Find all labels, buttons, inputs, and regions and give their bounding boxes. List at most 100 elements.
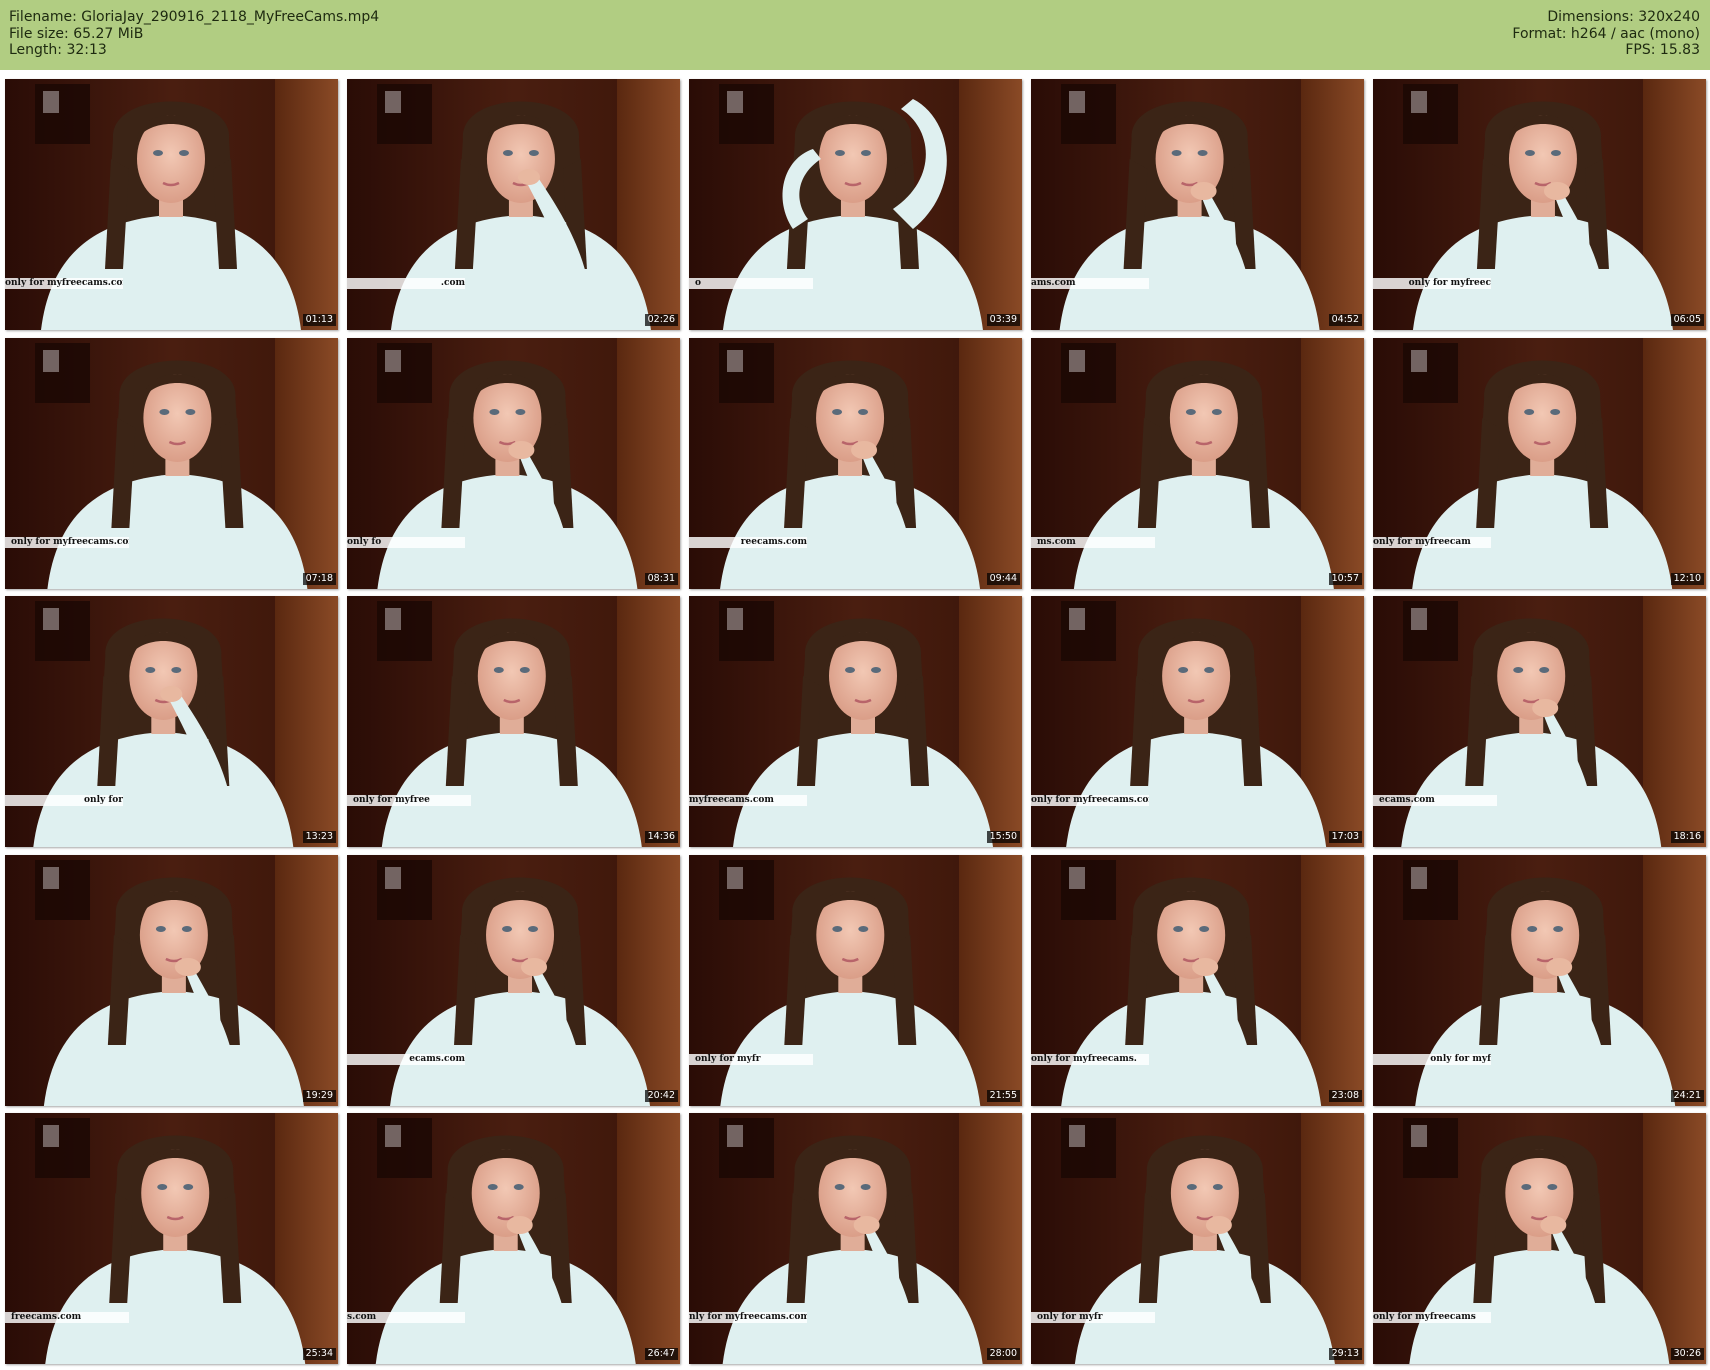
watermark-overlay: only for myfreec	[1373, 278, 1491, 289]
thumbnail-frame: only for 13:23	[5, 596, 338, 847]
thumbnail-frame: only for myfreecams. 23:08	[1031, 855, 1364, 1106]
watermark-overlay: reecams.com	[689, 537, 807, 548]
thumbnail-image	[347, 596, 680, 847]
thumbnail-frame: s.com 26:47	[347, 1113, 680, 1364]
fps-text: FPS: 15.83	[1625, 42, 1700, 58]
thumbnail-image	[1373, 596, 1706, 847]
format-text: Format: h264 / aac (mono)	[1512, 25, 1700, 42]
thumbnail-image	[1373, 338, 1706, 589]
thumbnail-image	[1031, 855, 1364, 1106]
thumbnail-frame: freecams.com 25:34	[5, 1113, 338, 1364]
watermark-overlay: ms.com	[1031, 537, 1155, 548]
thumbnail-image	[347, 1113, 680, 1364]
timestamp-label: 26:47	[644, 1348, 678, 1360]
thumbnail-frame: only for myfr 29:13	[1031, 1113, 1364, 1364]
thumbnail-image	[689, 79, 1022, 330]
watermark-overlay: only for myfreecams.com	[5, 278, 123, 289]
watermark-overlay: ams.com	[1031, 278, 1149, 289]
thumbnail-image	[347, 338, 680, 589]
thumbnail-image	[5, 855, 338, 1106]
thumbnail-frame: o 03:39	[689, 79, 1022, 330]
thumbnail-frame: only for myfreecams.com 07:18	[5, 338, 338, 589]
timestamp-label: 09:44	[986, 573, 1020, 585]
timestamp-label: 23:08	[1328, 1090, 1362, 1102]
thumbnail-image	[1373, 79, 1706, 330]
thumbnail-frame: only for myfreecams 30:26	[1373, 1113, 1706, 1364]
dimensions-text: Dimensions: 320x240	[1547, 9, 1700, 25]
watermark-overlay: only for myf	[1373, 1054, 1491, 1065]
thumbnail-grid: only for myfreecams.com 01:13 .com 02:26…	[5, 79, 1707, 1367]
timestamp-label: 25:34	[302, 1348, 336, 1360]
thumbnail-image	[347, 79, 680, 330]
watermark-overlay: freecams.com	[5, 1312, 129, 1323]
timestamp-label: 06:05	[1670, 314, 1704, 326]
thumbnail-frame: myfreecams.com 15:50	[689, 596, 1022, 847]
thumbnail-image	[689, 855, 1022, 1106]
watermark-overlay: only fo	[347, 537, 465, 548]
watermark-overlay: nly for myfreecams.com	[689, 1312, 807, 1323]
length-text: Length: 32:13	[9, 42, 107, 58]
watermark-overlay: only for myfreecams.con	[1031, 795, 1149, 806]
thumbnail-frame: 19:29	[5, 855, 338, 1106]
timestamp-label: 21:55	[986, 1090, 1020, 1102]
thumbnail-frame: only for myfree 14:36	[347, 596, 680, 847]
watermark-overlay: o	[689, 278, 813, 289]
watermark-overlay: myfreecams.com	[689, 795, 807, 806]
timestamp-label: 30:26	[1670, 1348, 1704, 1360]
timestamp-label: 13:23	[302, 831, 336, 843]
timestamp-label: 14:36	[644, 831, 678, 843]
watermark-overlay: only for myfreecams.	[1031, 1054, 1149, 1065]
watermark-overlay: only for myfr	[689, 1054, 813, 1065]
timestamp-label: 17:03	[1328, 831, 1362, 843]
info-left: Filename: GloriaJay_290916_2118_MyFreeCa…	[9, 9, 379, 59]
thumbnail-frame: only for myf 24:21	[1373, 855, 1706, 1106]
thumbnail-frame: ecams.com 20:42	[347, 855, 680, 1106]
thumbnail-frame: only for myfreecams.con 17:03	[1031, 596, 1364, 847]
watermark-overlay: only for myfr	[1031, 1312, 1155, 1323]
thumbnail-frame: only fo 08:31	[347, 338, 680, 589]
info-header: Filename: GloriaJay_290916_2118_MyFreeCa…	[0, 0, 1710, 70]
watermark-overlay: ecams.com	[347, 1054, 465, 1065]
thumbnail-image	[689, 1113, 1022, 1364]
timestamp-label: 03:39	[986, 314, 1020, 326]
filesize-text: File size: 65.27 MiB	[9, 25, 144, 42]
watermark-overlay: .com	[347, 278, 465, 289]
thumbnail-image	[1031, 79, 1364, 330]
thumbnail-image	[5, 596, 338, 847]
thumbnail-frame: .com 02:26	[347, 79, 680, 330]
thumbnail-frame: nly for myfreecams.com 28:00	[689, 1113, 1022, 1364]
timestamp-label: 07:18	[302, 573, 336, 585]
watermark-overlay: only for myfreecams	[1373, 1312, 1491, 1323]
thumbnail-frame: only for myfr 21:55	[689, 855, 1022, 1106]
thumbnail-image	[1373, 855, 1706, 1106]
timestamp-label: 29:13	[1328, 1348, 1362, 1360]
thumbnail-image	[689, 338, 1022, 589]
timestamp-label: 01:13	[302, 314, 336, 326]
thumbnail-image	[1031, 338, 1364, 589]
watermark-overlay: only for myfreecam	[1373, 537, 1491, 548]
thumbnail-frame: only for myfreec 06:05	[1373, 79, 1706, 330]
timestamp-label: 12:10	[1670, 573, 1704, 585]
timestamp-label: 10:57	[1328, 573, 1362, 585]
timestamp-label: 19:29	[302, 1090, 336, 1102]
thumbnail-image	[5, 1113, 338, 1364]
thumbnail-image	[347, 855, 680, 1106]
thumbnail-image	[5, 79, 338, 330]
thumbnail-image	[1031, 596, 1364, 847]
filename-text: Filename: GloriaJay_290916_2118_MyFreeCa…	[9, 9, 380, 25]
thumbnail-image	[1031, 1113, 1364, 1364]
thumbnail-frame: ams.com 04:52	[1031, 79, 1364, 330]
timestamp-label: 20:42	[644, 1090, 678, 1102]
thumbnail-frame: ecams.com 18:16	[1373, 596, 1706, 847]
thumbnail-frame: only for myfreecams.com 01:13	[5, 79, 338, 330]
thumbnail-frame: reecams.com 09:44	[689, 338, 1022, 589]
timestamp-label: 18:16	[1670, 831, 1704, 843]
timestamp-label: 08:31	[644, 573, 678, 585]
thumbnail-frame: ms.com 10:57	[1031, 338, 1364, 589]
watermark-overlay: only for	[5, 795, 123, 806]
thumbnail-frame: only for myfreecam 12:10	[1373, 338, 1706, 589]
timestamp-label: 04:52	[1328, 314, 1362, 326]
watermark-overlay: only for myfree	[347, 795, 471, 806]
timestamp-label: 24:21	[1670, 1090, 1704, 1102]
thumbnail-image	[1373, 1113, 1706, 1364]
